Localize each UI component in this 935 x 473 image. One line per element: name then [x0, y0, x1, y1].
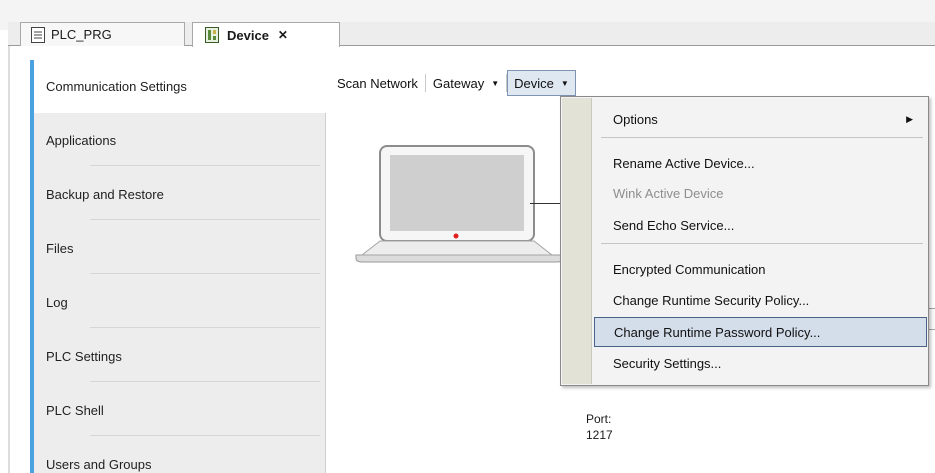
device-settings-nav: Communication Settings Applications Backup… — [30, 60, 327, 473]
nav-item-label: PLC Shell — [46, 403, 104, 418]
tab-label: PLC_PRG — [51, 27, 112, 42]
nav-item[interactable]: PLC Shell — [34, 384, 326, 437]
network-connection-line — [530, 203, 564, 204]
device-dropdown-button[interactable]: Device ▼ — [507, 70, 576, 96]
chevron-down-icon: ▼ — [491, 78, 500, 88]
nav-item-label: Backup and Restore — [46, 187, 164, 202]
chevron-down-icon: ▼ — [560, 78, 569, 88]
scan-network-label: Scan Network — [337, 75, 418, 91]
nav-separator — [90, 435, 320, 436]
menu-item-label: Change Runtime Password Policy... — [614, 324, 821, 340]
menu-item[interactable]: Send Echo Service... — [594, 210, 927, 240]
menu-item[interactable]: Encrypted Communication — [594, 254, 927, 284]
nav-item-label: PLC Settings — [46, 349, 122, 364]
menu-item-label: Encrypted Communication — [613, 261, 766, 277]
tab-plc-prg[interactable]: PLC_PRG — [20, 22, 185, 46]
nav-separator — [90, 381, 320, 382]
menu-item[interactable]: Change Runtime Password Policy... — [594, 317, 927, 347]
nav-item-label: Log — [46, 295, 68, 310]
submenu-arrow-icon: ▶ — [906, 113, 913, 124]
menu-item: Wink Active Device — [594, 178, 927, 208]
laptop-icon[interactable] — [352, 145, 567, 270]
menu-separator — [601, 137, 923, 138]
nav-separator — [90, 219, 320, 220]
close-icon[interactable]: ✕ — [278, 28, 288, 42]
nav-separator — [90, 273, 320, 274]
scan-network-button[interactable]: Scan Network — [330, 70, 425, 96]
menu-item-label: Security Settings... — [613, 355, 722, 371]
port-label: Port: — [586, 412, 612, 426]
nav-item[interactable]: Files — [34, 222, 326, 275]
menu-item[interactable]: Security Settings... — [594, 348, 927, 378]
nav-item-label: Files — [46, 241, 74, 256]
program-document-icon — [31, 27, 45, 43]
nav-item[interactable]: Users and Groups — [34, 438, 326, 473]
gateway-label: Gateway — [432, 75, 485, 91]
nav-item[interactable]: Backup and Restore — [34, 168, 326, 221]
menu-item[interactable]: Options ▶ — [594, 104, 927, 134]
nav-item[interactable]: PLC Settings — [34, 330, 326, 383]
menu-item-label: Options — [613, 111, 658, 127]
menu-item[interactable]: Change Runtime Security Policy... — [594, 285, 927, 315]
device-icon — [205, 27, 219, 43]
menu-icon-gutter — [562, 98, 592, 384]
menu-item-label: Send Echo Service... — [613, 217, 735, 233]
communication-toolbar: Scan Network Gateway ▼ Device ▼ — [330, 70, 576, 96]
nav-separator — [90, 165, 320, 166]
menu-separator — [601, 243, 923, 244]
menu-item-label: Change Runtime Security Policy... — [613, 292, 810, 308]
tab-device[interactable]: Device ✕ — [192, 22, 340, 47]
tab-label: Device — [227, 27, 269, 43]
device-label: Device — [514, 75, 554, 91]
nav-item[interactable]: Applications — [34, 114, 326, 167]
nav-item-label: Users and Groups — [46, 457, 152, 472]
nav-separator — [90, 327, 320, 328]
editor-left-border — [8, 46, 10, 473]
menu-item-label: Rename Active Device... — [613, 155, 755, 171]
editor-tab-strip: PLC_PRG Device ✕ — [8, 22, 935, 47]
nav-item-label: Communication Settings — [46, 79, 187, 94]
port-value: 1217 — [586, 428, 613, 442]
nav-item-label: Applications — [46, 133, 117, 148]
nav-item[interactable]: Log — [34, 276, 326, 329]
device-dropdown-menu: Options ▶ Rename Active Device... Wink Acti… — [560, 96, 929, 386]
nav-item[interactable]: Communication Settings — [34, 60, 327, 113]
menu-item-label: Wink Active Device — [613, 185, 724, 201]
gateway-dropdown-button[interactable]: Gateway ▼ — [426, 70, 506, 96]
menu-item[interactable]: Rename Active Device... — [594, 148, 927, 178]
